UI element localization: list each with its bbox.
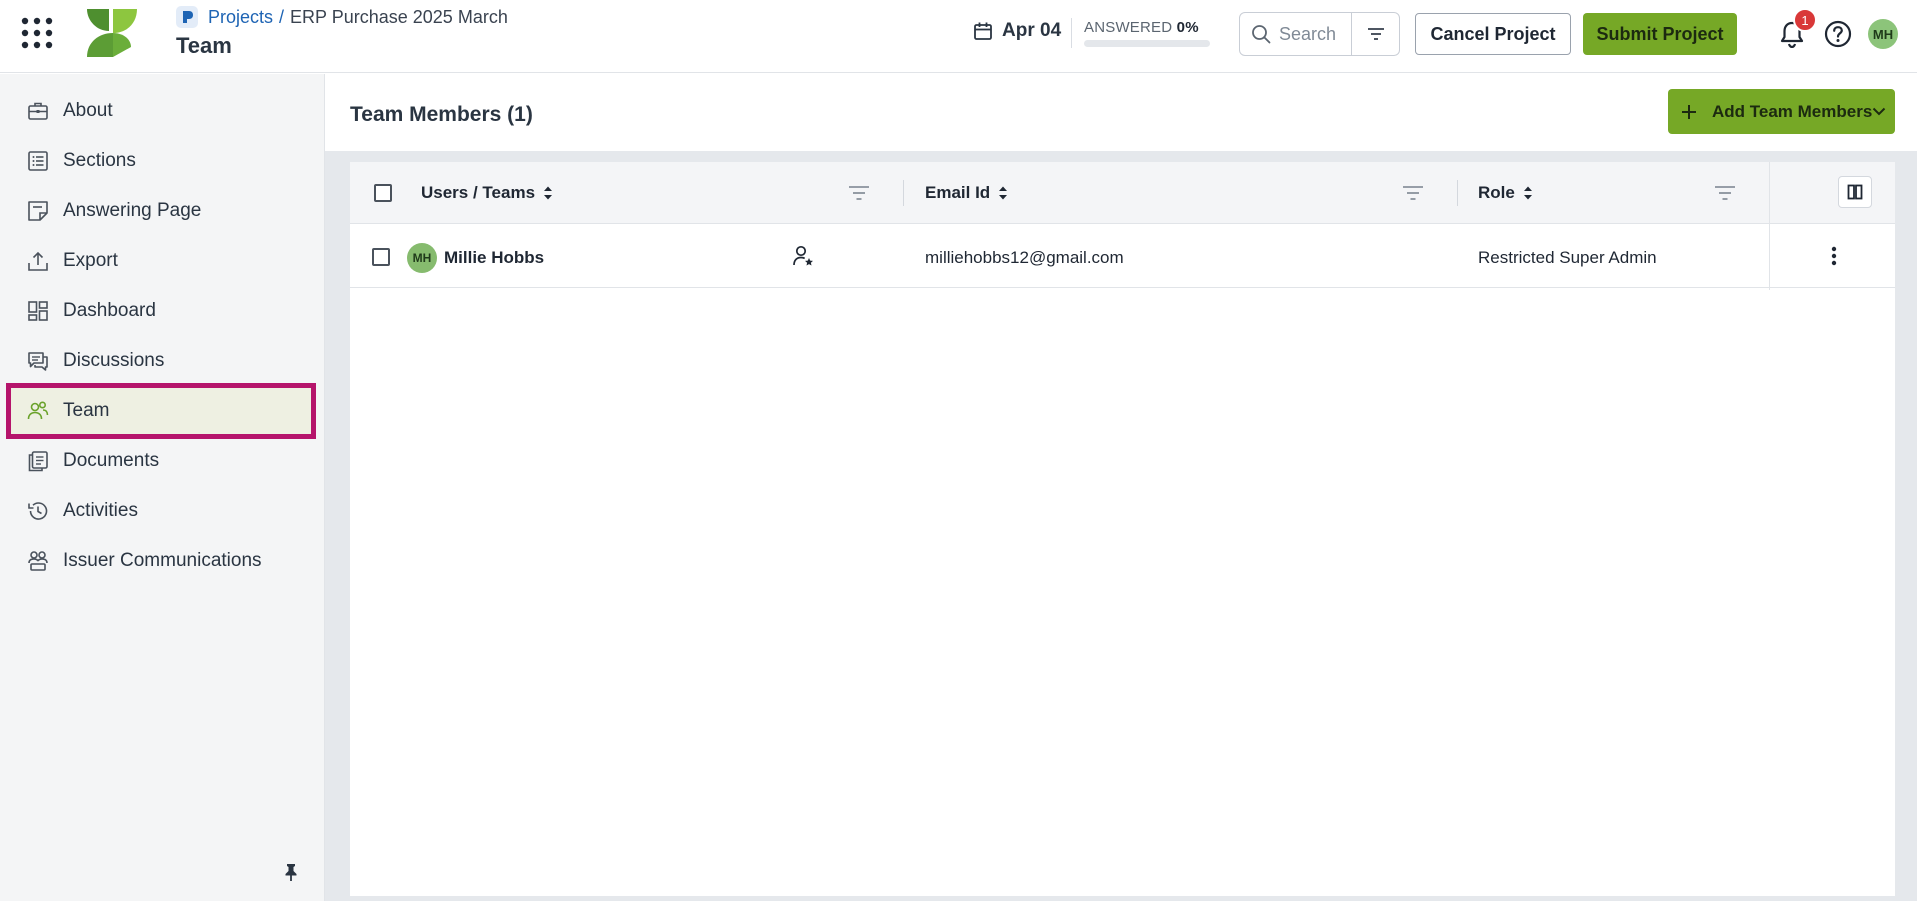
table-row[interactable]: MH Millie Hobbs milliehobbs12@gmail.com … <box>350 224 1895 288</box>
sidebar-item-activities[interactable]: Activities <box>14 491 308 531</box>
sidebar-item-answering-page[interactable]: Answering Page <box>14 191 308 231</box>
sidebar-item-about[interactable]: About <box>14 91 308 131</box>
row-checkbox[interactable] <box>372 248 390 266</box>
column-divider[interactable] <box>1457 180 1458 206</box>
page-title: Team <box>176 33 232 58</box>
apps-grid-icon[interactable] <box>20 16 54 50</box>
due-date[interactable]: Apr 04 <box>973 20 1061 42</box>
column-header-users-teams[interactable]: Users / Teams <box>421 162 553 224</box>
filter-icon[interactable] <box>1402 184 1424 202</box>
answered-status: ANSWERED 0% <box>1084 19 1199 36</box>
sidebar-item-sections[interactable]: Sections <box>14 141 308 181</box>
breadcrumb: Projects / ERP Purchase 2025 March <box>176 6 508 28</box>
plus-icon <box>1682 104 1696 119</box>
filter-icon[interactable] <box>1714 184 1736 202</box>
submit-project-button[interactable]: Submit Project <box>1583 13 1737 55</box>
chat-icon <box>28 352 48 371</box>
user-avatar[interactable]: MH <box>1868 19 1898 49</box>
team-members-table: Users / Teams Email Id Role MH Millie Ho… <box>350 162 1895 896</box>
calendar-icon <box>974 22 992 40</box>
avatar: MH <box>407 243 437 273</box>
more-options-icon[interactable] <box>1820 242 1848 270</box>
search-input[interactable] <box>1279 23 1349 45</box>
sidebar-item-label: Export <box>63 250 118 271</box>
sort-icon[interactable] <box>543 185 553 201</box>
column-header-role[interactable]: Role <box>1478 162 1533 224</box>
sidebar-item-label: Dashboard <box>63 300 156 321</box>
sidebar-item-label: Sections <box>63 150 136 171</box>
column-header-email[interactable]: Email Id <box>925 162 1008 224</box>
answered-progress-bar <box>1084 40 1210 47</box>
columns-icon <box>1847 184 1863 200</box>
app-logo[interactable] <box>87 9 137 57</box>
member-email: milliehobbs12@gmail.com <box>925 248 1124 267</box>
sidebar: About Sections Answering Page Export Das… <box>0 74 325 901</box>
column-settings-button[interactable] <box>1838 176 1872 208</box>
search-box <box>1239 12 1400 56</box>
history-icon <box>28 502 48 520</box>
column-header-label: Email Id <box>925 183 991 202</box>
documents-icon <box>28 451 48 472</box>
breadcrumb-projects-link[interactable]: Projects <box>208 7 273 28</box>
table-header: Users / Teams Email Id Role <box>350 162 1895 224</box>
sidebar-item-label: Discussions <box>63 350 165 371</box>
sidebar-item-label: Team <box>63 400 110 421</box>
sidebar-item-dashboard[interactable]: Dashboard <box>14 291 308 331</box>
team-members-title: Team Members (1) <box>350 103 533 126</box>
sidebar-item-label: Answering Page <box>63 200 202 221</box>
sidebar-item-discussions[interactable]: Discussions <box>14 341 308 381</box>
answered-label: ANSWERED <box>1084 19 1173 36</box>
breadcrumb-separator: / <box>279 6 285 27</box>
sidebar-item-team[interactable]: Team <box>6 383 316 439</box>
help-icon[interactable] <box>1824 20 1852 48</box>
column-header-label: Users / Teams <box>421 183 536 202</box>
filter-icon[interactable] <box>848 184 870 202</box>
dashboard-icon <box>28 301 48 321</box>
user-star-icon <box>791 244 815 268</box>
team-icon <box>27 401 49 420</box>
list-icon <box>28 151 48 171</box>
sort-icon[interactable] <box>998 185 1008 201</box>
column-header-label: Role <box>1478 183 1515 202</box>
sidebar-item-label: Issuer Communications <box>63 550 262 571</box>
notification-count-badge: 1 <box>1793 8 1817 32</box>
sidebar-item-export[interactable]: Export <box>14 241 308 281</box>
add-team-members-button[interactable]: Add Team Members <box>1668 89 1895 134</box>
upload-icon <box>28 251 48 271</box>
top-bar: Projects / ERP Purchase 2025 March Team … <box>0 0 1917 73</box>
sidebar-item-label: Activities <box>63 500 138 521</box>
column-divider[interactable] <box>903 180 904 206</box>
header-divider <box>1071 18 1072 48</box>
pin-sidebar-icon[interactable] <box>281 862 301 882</box>
sidebar-item-issuer-communications[interactable]: Issuer Communications <box>14 541 308 581</box>
cancel-project-button[interactable]: Cancel Project <box>1415 13 1571 55</box>
team-members-header: Team Members (1) Add Team Members <box>325 74 1917 151</box>
due-date-value: Apr 04 <box>1002 20 1062 41</box>
chevron-down-icon[interactable] <box>1863 89 1895 134</box>
sort-icon[interactable] <box>1523 185 1533 201</box>
breadcrumb-project-name: ERP Purchase 2025 March <box>290 6 508 27</box>
search-icon <box>1252 25 1271 44</box>
search-field[interactable] <box>1240 13 1352 55</box>
add-team-members-label: Add Team Members <box>1712 101 1873 121</box>
sidebar-item-label: Documents <box>63 450 160 471</box>
sidebar-item-label: About <box>63 100 113 121</box>
main-content: Team Members (1) Add Team Members Users … <box>325 74 1917 901</box>
search-filter-button[interactable] <box>1352 13 1399 55</box>
member-role: Restricted Super Admin <box>1478 248 1657 267</box>
select-all-checkbox[interactable] <box>374 184 392 202</box>
answered-value: 0% <box>1176 19 1199 36</box>
filter-icon <box>1367 28 1384 40</box>
member-name[interactable]: Millie Hobbs <box>444 248 544 268</box>
project-badge-icon <box>176 6 198 28</box>
note-icon <box>28 201 48 221</box>
briefcase-icon <box>28 102 48 120</box>
communications-icon <box>28 551 48 571</box>
sidebar-item-documents[interactable]: Documents <box>14 441 308 481</box>
